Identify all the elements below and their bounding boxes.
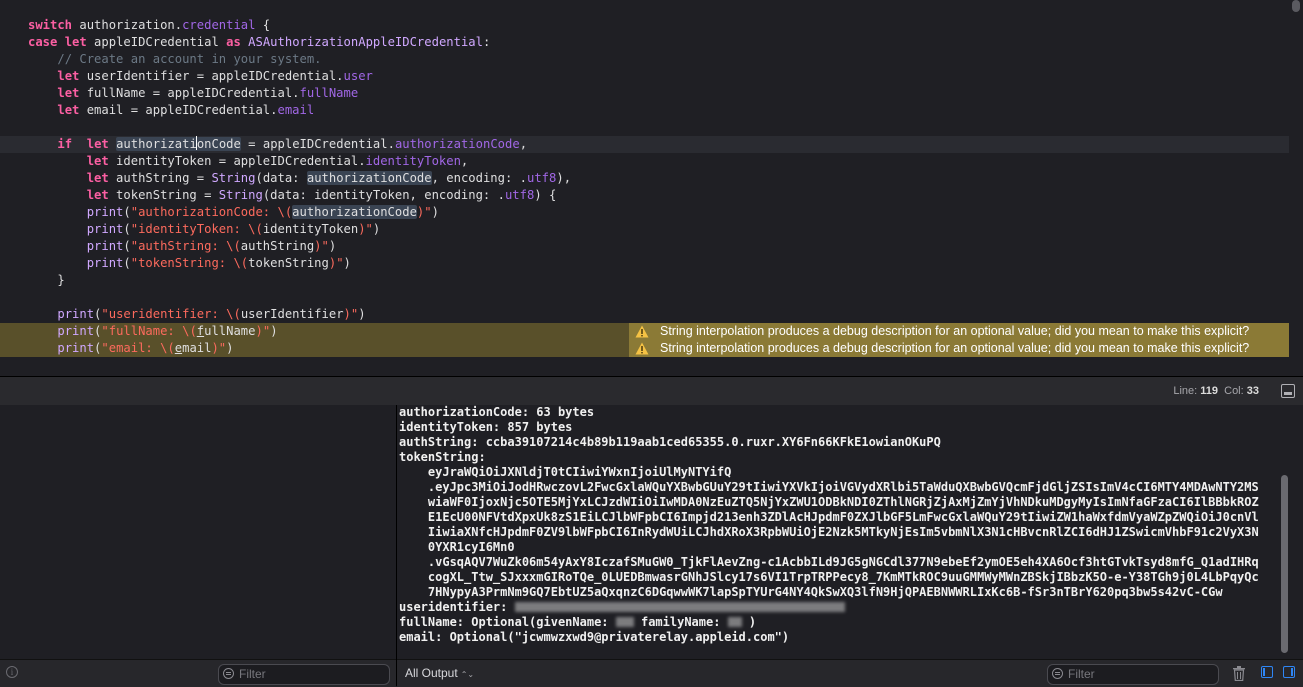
editor-scrollbar[interactable]	[1289, 0, 1303, 376]
console-scrollbar[interactable]	[1281, 475, 1288, 653]
code-line[interactable]: print("authString: \(authString)")	[0, 238, 1289, 255]
code-line[interactable]: print("useridentifier: \(userIdentifier)…	[0, 306, 1289, 323]
variables-filter-input[interactable]	[239, 666, 359, 682]
variables-filter-bar: i	[0, 659, 396, 687]
code-line[interactable]: print("identityToken: \(identityToken)")	[0, 221, 1289, 238]
console-filter[interactable]	[1047, 664, 1219, 685]
code-line[interactable]: let userIdentifier = appleIDCredential.u…	[0, 68, 1289, 85]
console-line: fullName: Optional(givenName: familyName…	[399, 615, 757, 629]
console-line: wiaWF0IjoxNjc5OTE5MjYxLCJzdWIiOiIwMDA0Nz…	[399, 495, 1259, 509]
code-line[interactable]: case let appleIDCredential as ASAuthoriz…	[0, 34, 1289, 51]
show-variables-icon[interactable]	[1261, 666, 1273, 678]
chevron-updown-icon: ⌃⌄	[460, 670, 475, 679]
editor-status-bar: Line: 119 Col: 33	[0, 377, 1303, 405]
console-line: 7HNypyA3PrmNm9GQ7EbtUZ5aQxqnzC6DGqwwWK7l…	[399, 585, 1223, 599]
hide-debug-area-icon[interactable]	[1281, 384, 1295, 398]
output-selector[interactable]: All Output ⌃⌄	[405, 666, 474, 680]
code-line-warning[interactable]: print("email: \(email)") String interpol…	[0, 340, 1289, 357]
trash-icon[interactable]	[1233, 666, 1245, 681]
warning-annotation[interactable]: String interpolation produces a debug de…	[629, 340, 1289, 357]
filter-icon	[223, 668, 234, 679]
code-line[interactable]: let tokenString = String(data: identityT…	[0, 187, 1289, 204]
console-filter-input[interactable]	[1068, 666, 1188, 682]
console-line: authString: ccba39107214c4b89b119aab1ced…	[399, 435, 941, 449]
variables-filter[interactable]	[218, 664, 390, 685]
console-line: eyJraWQiOiJXNldjT0tCIiwiYWxnIjoiUlMyNTYi…	[399, 465, 732, 479]
code-line[interactable]: switch authorization.credential {	[0, 17, 1289, 34]
show-console-icon[interactable]	[1283, 666, 1295, 678]
warning-message: String interpolation produces a debug de…	[660, 341, 1250, 355]
debug-area: authorizationCode: 63 bytes identityToke…	[0, 405, 1303, 687]
warning-icon	[635, 325, 649, 338]
console-line: .vGsqAQV7WuZk06m54yAxY8IczafSMuGW0_TjkFl…	[399, 555, 1259, 569]
console-line: IiwiaXNfcHJpdmF0ZV9lbWFpbCI6InRydWUiLCJh…	[399, 525, 1259, 539]
console-line: cogXL_Ttw_SJxxxmGIRoTQe_0LUEDBmwasrGNhJS…	[399, 570, 1259, 584]
cursor-position: Line: 119 Col: 33	[1173, 385, 1259, 397]
code-line[interactable]: let fullName = appleIDCredential.fullNam…	[0, 85, 1289, 102]
console-line: E1EcU00NFVtdXpxUk8zS1EiLCJlbWFpbCI6Impjd…	[399, 510, 1259, 524]
code-line-warning[interactable]: print("fullName: \(fullName)") String in…	[0, 323, 1289, 340]
code-line-current[interactable]: if let authorizationCode = appleIDCreden…	[0, 136, 1289, 153]
console-filter-bar: All Output ⌃⌄	[397, 659, 1303, 687]
code-line[interactable]: print("tokenString: \(tokenString)")	[0, 255, 1289, 272]
source-editor[interactable]: switch authorization.credential { case l…	[0, 0, 1289, 376]
warning-message: String interpolation produces a debug de…	[660, 324, 1250, 338]
console-line: useridentifier:	[399, 600, 845, 615]
console-output[interactable]: authorizationCode: 63 bytes identityToke…	[397, 405, 1292, 659]
scrollbar-thumb[interactable]	[1292, 0, 1300, 12]
warning-annotation[interactable]: String interpolation produces a debug de…	[629, 323, 1289, 340]
filter-icon	[1052, 668, 1063, 679]
code-line[interactable]: }	[0, 272, 1289, 289]
redacted-text	[615, 617, 634, 627]
console-line: 0YXR1cyI6Mn0	[399, 540, 515, 554]
code-line[interactable]: let authString = String(data: authorizat…	[0, 170, 1289, 187]
code-line[interactable]: let identityToken = appleIDCredential.id…	[0, 153, 1289, 170]
code-line[interactable]: // Create an account in your system.	[0, 51, 1289, 68]
redacted-text	[514, 602, 845, 612]
variables-view[interactable]	[0, 405, 396, 659]
console-line: identityToken: 857 bytes	[399, 420, 573, 434]
code-line[interactable]: let email = appleIDCredential.email	[0, 102, 1289, 119]
console-line: email: Optional("jcwmwzxwd9@privaterelay…	[399, 630, 790, 644]
code-line[interactable]: print("authorizationCode: \(authorizatio…	[0, 204, 1289, 221]
redacted-text	[727, 617, 742, 627]
console-line: .eyJpc3MiOiJodHRwczovL2FwcGxlaWQuYXBwbGU…	[399, 480, 1259, 494]
warning-icon	[635, 342, 649, 355]
console-line: authorizationCode: 63 bytes	[399, 405, 595, 419]
console-line: tokenString:	[399, 450, 486, 464]
text-caret	[196, 136, 198, 150]
info-icon[interactable]: i	[6, 666, 18, 678]
